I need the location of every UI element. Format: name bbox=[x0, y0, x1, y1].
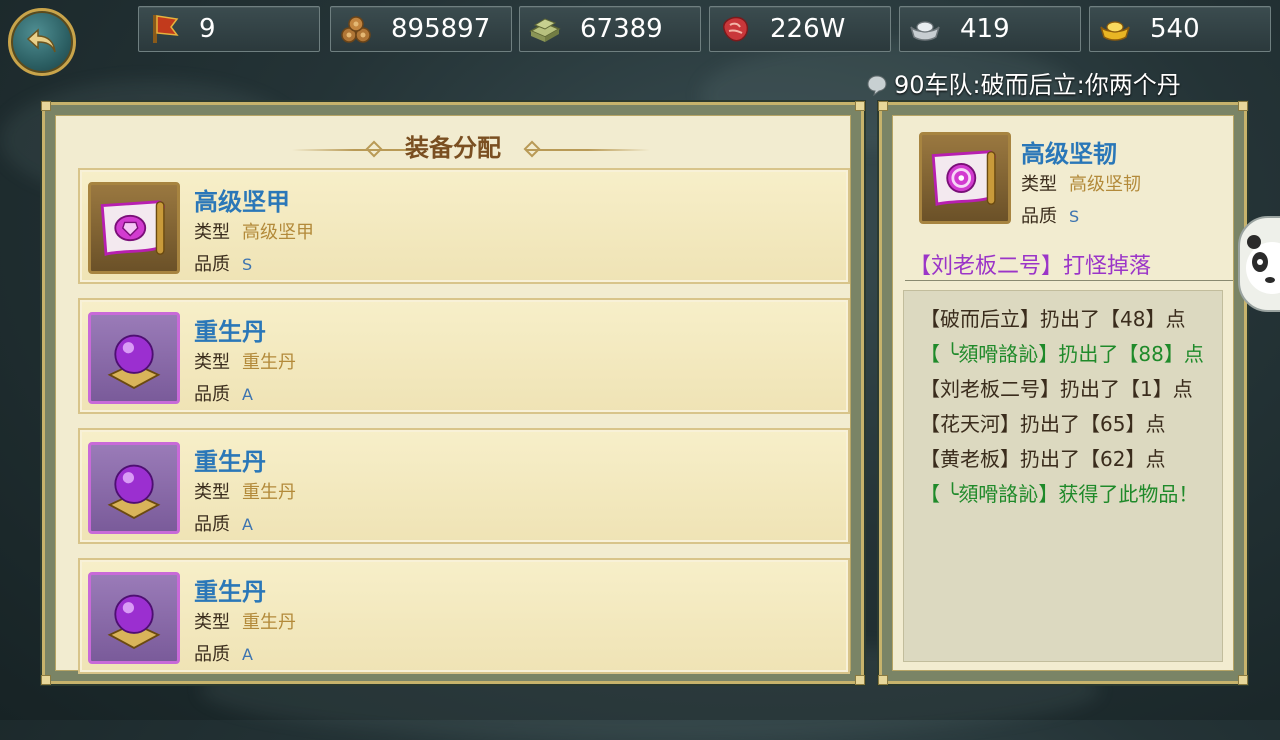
corner-stud bbox=[878, 101, 888, 111]
log-entry: 【花天河】扔出了【65】点 bbox=[920, 412, 1166, 436]
chat-bubble-icon bbox=[867, 75, 887, 96]
item-quality: 品质 A bbox=[194, 510, 253, 536]
quality-value: A bbox=[242, 645, 253, 664]
item-name: 重生丹 bbox=[194, 318, 266, 346]
back-arrow-icon bbox=[26, 28, 56, 53]
roll-log: 【破而后立】扔出了【48】点 【 ╰頦嗗詻訫】扔出了【88】点 【刘老板二号】扔… bbox=[903, 290, 1223, 662]
type-label: 类型 bbox=[194, 352, 230, 373]
equipment-item-row[interactable]: 重生丹 类型 重生丹 品质 A bbox=[78, 428, 850, 544]
item-quality: 品质 A bbox=[194, 640, 253, 666]
drop-source-text: 【刘老板二号】打怪掉落 bbox=[909, 254, 1152, 279]
type-label: 类型 bbox=[194, 222, 230, 243]
equipment-distribution-panel: 装备分配 高级坚甲 类型 高级坚甲 品质 S 重生丹 类型 重生丹 品质 A 重… bbox=[41, 101, 865, 685]
quality-label: 品质 bbox=[1021, 206, 1057, 227]
quality-label: 品质 bbox=[194, 644, 230, 665]
purple-orb-icon bbox=[88, 442, 180, 534]
corner-stud bbox=[855, 675, 865, 685]
equipment-item-row[interactable]: 高级坚甲 类型 高级坚甲 品质 S bbox=[78, 168, 850, 284]
quality-label: 品质 bbox=[194, 384, 230, 405]
log-entry: 【黄老板】扔出了【62】点 bbox=[920, 447, 1166, 471]
side-pet-avatar[interactable] bbox=[1238, 216, 1280, 312]
log-entry: 【破而后立】扔出了【48】点 bbox=[920, 307, 1186, 331]
item-name: 高级坚甲 bbox=[194, 188, 290, 216]
type-value: 重生丹 bbox=[242, 482, 296, 503]
quality-value: A bbox=[242, 515, 253, 534]
item-type: 类型 重生丹 bbox=[194, 478, 296, 504]
resource-value: 540 bbox=[1150, 14, 1200, 44]
resource-slot: 226W bbox=[709, 6, 891, 52]
stone-slab-icon bbox=[529, 18, 561, 42]
meat-icon bbox=[723, 16, 749, 42]
item-type: 类型 重生丹 bbox=[194, 348, 296, 374]
quality-value: S bbox=[242, 255, 253, 274]
resource-slot: 540 bbox=[1089, 6, 1271, 52]
corner-stud bbox=[1238, 675, 1248, 685]
equipment-item-row[interactable]: 重生丹 类型 重生丹 品质 A bbox=[78, 558, 850, 674]
quality-value: A bbox=[242, 385, 253, 404]
type-value: 高级坚韧 bbox=[1069, 174, 1141, 195]
equipment-item-row[interactable]: 重生丹 类型 重生丹 品质 A bbox=[78, 298, 850, 414]
resource-value: 895897 bbox=[391, 14, 491, 44]
item-detail-panel: 高级坚韧 类型 高级坚韧 品质 S 【刘老板二号】打怪掉落 【破而后立】扔出了【48… bbox=[878, 101, 1248, 685]
purple-orb-icon bbox=[88, 312, 180, 404]
item-quality: 品质 S bbox=[194, 250, 252, 276]
scroll-icon bbox=[919, 132, 1011, 224]
resource-slot: 67389 bbox=[519, 6, 701, 52]
corner-stud bbox=[878, 675, 888, 685]
resource-slot: 419 bbox=[899, 6, 1081, 52]
type-value: 高级坚甲 bbox=[242, 222, 314, 243]
item-name: 重生丹 bbox=[194, 448, 266, 476]
corner-stud bbox=[1238, 101, 1248, 111]
panel-inner: 高级坚韧 类型 高级坚韧 品质 S 【刘老板二号】打怪掉落 【破而后立】扔出了【48… bbox=[892, 115, 1234, 671]
team-chat-message[interactable]: 90车队:破而后立:你两个丹 bbox=[866, 68, 1181, 102]
resource-value: 9 bbox=[199, 14, 216, 44]
item-type: 类型 高级坚甲 bbox=[194, 218, 314, 244]
type-label: 类型 bbox=[194, 482, 230, 503]
item-type: 类型 重生丹 bbox=[194, 608, 296, 634]
wood-logs-icon bbox=[341, 16, 371, 43]
detail-item-type: 类型 高级坚韧 bbox=[1021, 170, 1141, 196]
divider bbox=[905, 280, 1233, 281]
corner-stud bbox=[41, 101, 51, 111]
resource-value: 419 bbox=[960, 14, 1010, 44]
silver-ingot-icon bbox=[910, 21, 940, 41]
corner-stud bbox=[855, 101, 865, 111]
quality-label: 品质 bbox=[194, 254, 230, 275]
quality-label: 品质 bbox=[194, 514, 230, 535]
type-label: 类型 bbox=[1021, 174, 1057, 195]
type-label: 类型 bbox=[194, 612, 230, 633]
resource-slot: 895897 bbox=[330, 6, 512, 52]
panel-inner: 装备分配 高级坚甲 类型 高级坚甲 品质 S 重生丹 类型 重生丹 品质 A 重… bbox=[55, 115, 851, 674]
panda-icon bbox=[1246, 235, 1280, 294]
item-name: 重生丹 bbox=[194, 578, 266, 606]
back-button[interactable] bbox=[8, 8, 76, 76]
type-value: 重生丹 bbox=[242, 352, 296, 373]
corner-stud bbox=[41, 675, 51, 685]
log-entry: 【 ╰頦嗗詻訫】扔出了【88】点 bbox=[920, 342, 1204, 366]
detail-item-name: 高级坚韧 bbox=[1021, 140, 1117, 168]
flag-banner-icon bbox=[153, 15, 179, 43]
item-quality: 品质 A bbox=[194, 380, 253, 406]
quality-value: S bbox=[1069, 207, 1080, 226]
chat-text: 90车队:破而后立:你两个丹 bbox=[894, 71, 1181, 99]
resource-slot: 9 bbox=[138, 6, 320, 52]
resource-value: 67389 bbox=[580, 14, 663, 44]
gold-ingot-icon bbox=[1100, 21, 1130, 41]
type-value: 重生丹 bbox=[242, 612, 296, 633]
panel-title: 装备分配 bbox=[405, 134, 501, 162]
detail-item-quality: 品质 S bbox=[1021, 202, 1079, 228]
scroll-icon bbox=[88, 182, 180, 274]
log-entry: 【刘老板二号】扔出了【1】点 bbox=[920, 377, 1193, 401]
resource-value: 226W bbox=[770, 14, 846, 44]
purple-orb-icon bbox=[88, 572, 180, 664]
log-entry: 【 ╰頦嗗詻訫】获得了此物品！ bbox=[920, 482, 1199, 506]
